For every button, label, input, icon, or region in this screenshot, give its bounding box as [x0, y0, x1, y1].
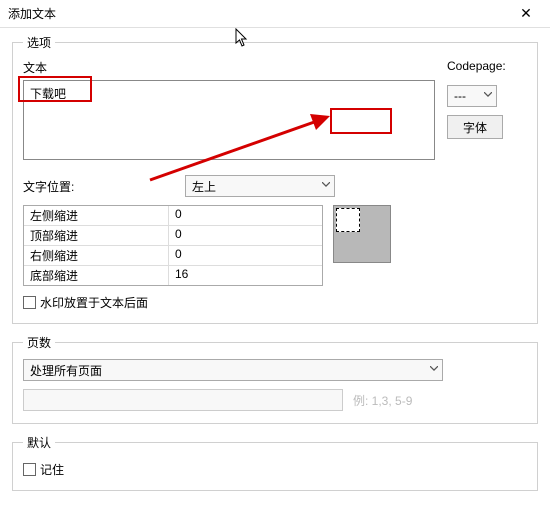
indent-top-label: 顶部缩进	[24, 226, 169, 245]
position-label: 文字位置:	[23, 178, 173, 195]
pages-range-input	[23, 389, 343, 411]
remember-label: 记住	[40, 461, 64, 478]
table-row[interactable]: 底部缩进 16	[24, 266, 322, 285]
text-input[interactable]	[23, 80, 435, 160]
pages-mode-select[interactable]: 处理所有页面	[23, 359, 443, 381]
chevron-down-icon	[322, 182, 330, 190]
swatch-preview	[336, 208, 360, 232]
codepage-value: ---	[454, 89, 466, 103]
pages-group: 页数 处理所有页面 例: 1,3, 5-9	[12, 334, 538, 424]
indent-right-value[interactable]: 0	[169, 246, 322, 265]
close-icon: ✕	[520, 5, 532, 22]
table-row[interactable]: 顶部缩进 0	[24, 226, 322, 246]
position-value: 左上	[192, 178, 216, 195]
watermark-behind-label: 水印放置于文本后面	[40, 294, 148, 311]
indent-left-label: 左侧缩进	[24, 206, 169, 225]
table-row[interactable]: 左侧缩进 0	[24, 206, 322, 226]
remember-checkbox[interactable]	[23, 463, 36, 476]
chevron-down-icon	[430, 366, 438, 374]
pages-legend: 页数	[23, 334, 55, 351]
font-button[interactable]: 字体	[447, 115, 503, 139]
watermark-behind-checkbox[interactable]	[23, 296, 36, 309]
indent-bottom-value[interactable]: 16	[169, 266, 322, 285]
options-group: 选项 文本 Codepage: --- 字体 文字位置:	[12, 34, 538, 324]
codepage-label: Codepage:	[447, 59, 527, 73]
window-title: 添加文本	[8, 5, 56, 22]
table-row[interactable]: 右侧缩进 0	[24, 246, 322, 266]
indent-top-value[interactable]: 0	[169, 226, 322, 245]
color-swatch[interactable]	[333, 205, 391, 263]
titlebar: 添加文本 ✕	[0, 0, 550, 28]
chevron-down-icon	[484, 92, 492, 100]
indent-left-value[interactable]: 0	[169, 206, 322, 225]
indent-bottom-label: 底部缩进	[24, 266, 169, 285]
options-legend: 选项	[23, 34, 55, 51]
default-legend: 默认	[23, 434, 55, 451]
close-button[interactable]: ✕	[510, 4, 542, 24]
indent-table[interactable]: 左侧缩进 0 顶部缩进 0 右侧缩进 0 底部缩进 16	[23, 205, 323, 286]
codepage-select[interactable]: ---	[447, 85, 497, 107]
default-group: 默认 记住	[12, 434, 538, 491]
pages-hint: 例: 1,3, 5-9	[353, 392, 412, 409]
indent-right-label: 右侧缩进	[24, 246, 169, 265]
text-label: 文本	[23, 59, 435, 76]
pages-mode-value: 处理所有页面	[30, 362, 102, 379]
position-select[interactable]: 左上	[185, 175, 335, 197]
